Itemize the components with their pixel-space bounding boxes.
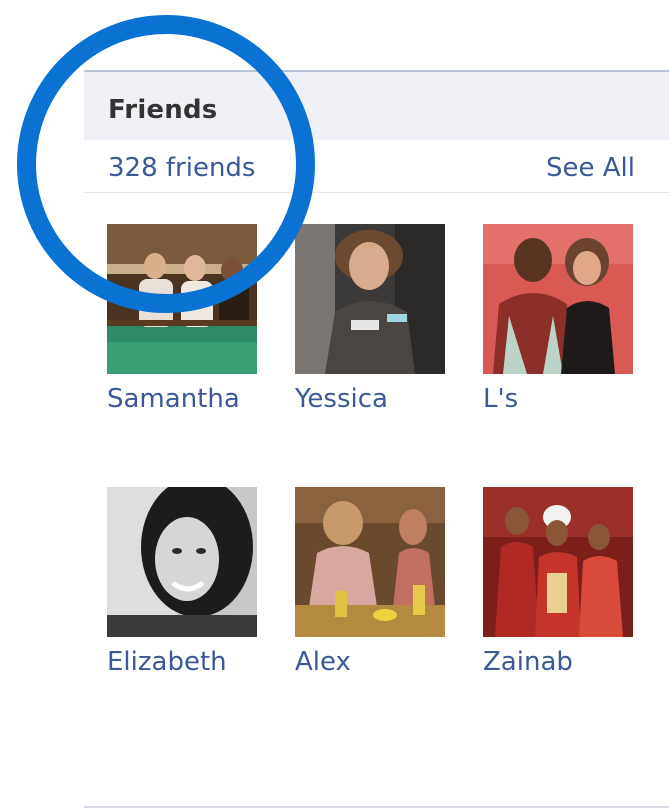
- friends-box-title: Friends: [108, 95, 218, 125]
- friend-tile-elizabeth[interactable]: Elizabeth: [107, 487, 277, 677]
- page: Friends 328 friends See All Samantha Yes…: [0, 0, 669, 810]
- friend-tile-yessica[interactable]: Yessica: [295, 224, 465, 414]
- friend-tile-ls[interactable]: L's: [483, 224, 653, 414]
- friend-photo[interactable]: [107, 224, 257, 374]
- friend-photo[interactable]: [483, 224, 633, 374]
- friend-name[interactable]: Alex: [295, 647, 465, 677]
- friend-name[interactable]: Elizabeth: [107, 647, 277, 677]
- friend-name[interactable]: Samantha: [107, 384, 277, 414]
- friend-name[interactable]: Zainab: [483, 647, 653, 677]
- friend-tile-alex[interactable]: Alex: [295, 487, 465, 677]
- friend-photo[interactable]: [107, 487, 257, 637]
- friend-name[interactable]: L's: [483, 384, 653, 414]
- friend-tile-zainab[interactable]: Zainab: [483, 487, 653, 677]
- bottom-divider: [84, 806, 669, 808]
- friend-name[interactable]: Yessica: [295, 384, 465, 414]
- see-all-link[interactable]: See All: [546, 153, 635, 183]
- friend-tile-samantha[interactable]: Samantha: [107, 224, 277, 414]
- friends-box-header: Friends: [84, 72, 669, 140]
- friend-photo[interactable]: [295, 487, 445, 637]
- friend-photo[interactable]: [483, 487, 633, 637]
- friend-photo[interactable]: [295, 224, 445, 374]
- friends-box-subheader: 328 friends See All: [84, 140, 669, 193]
- friend-count-link[interactable]: 328 friends: [108, 153, 255, 183]
- friends-box: Friends 328 friends See All Samantha Yes…: [84, 70, 669, 730]
